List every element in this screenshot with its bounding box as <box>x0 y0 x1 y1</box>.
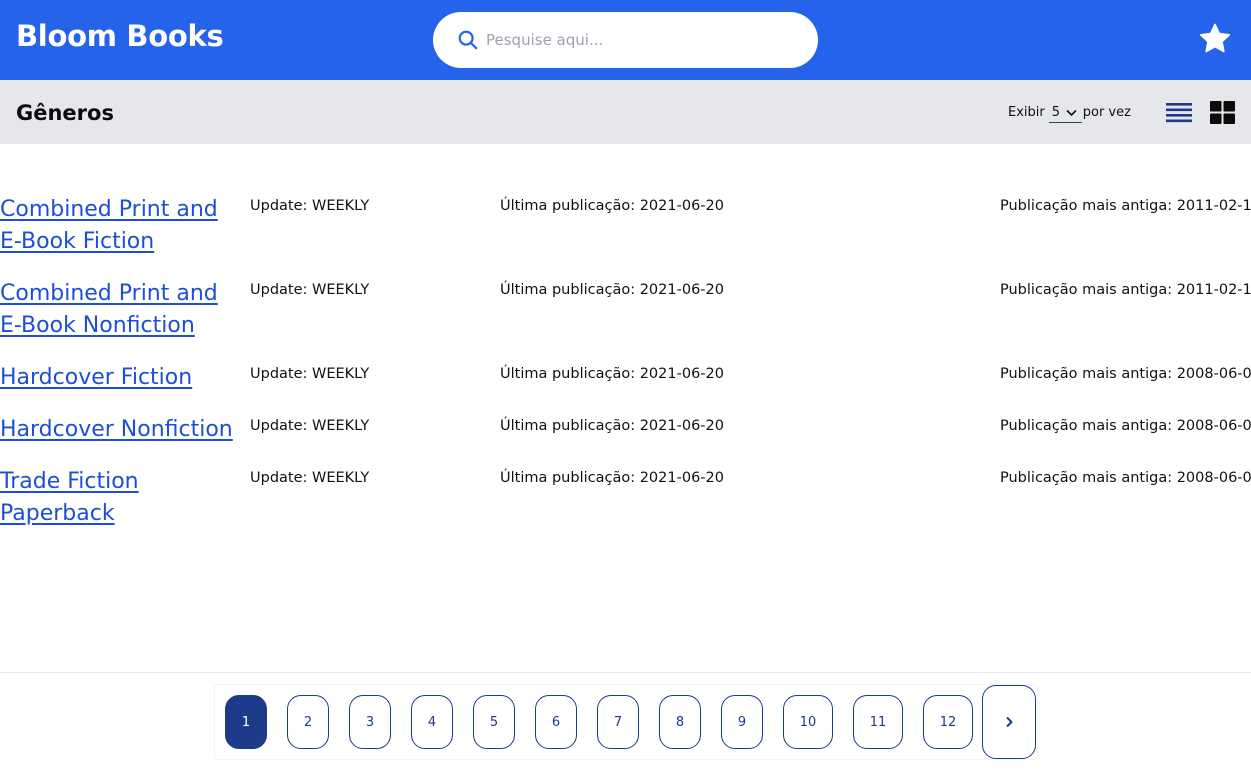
search-bar[interactable] <box>433 12 818 68</box>
page-button-3[interactable]: 3 <box>349 695 391 749</box>
chevron-down-icon <box>1066 109 1077 116</box>
list-view-icon[interactable] <box>1166 100 1192 124</box>
latest-publication: Última publicação: 2021-06-20 <box>500 282 724 298</box>
page-button-2[interactable]: 2 <box>287 695 329 749</box>
latest-publication: Última publicação: 2021-06-20 <box>500 418 724 434</box>
oldest-publication: Publicação mais antiga: 2011-02-13 <box>1000 198 1251 214</box>
page-button-10[interactable]: 10 <box>783 695 833 749</box>
genre-link[interactable]: Combined Print and E-Book Nonfiction <box>0 278 235 342</box>
page-button-1[interactable]: 1 <box>225 695 267 749</box>
page-button-5[interactable]: 5 <box>473 695 515 749</box>
per-page-select[interactable]: 5 <box>1048 103 1082 123</box>
latest-publication: Última publicação: 2021-06-20 <box>500 366 724 382</box>
divider <box>0 672 1251 673</box>
next-page-button[interactable] <box>982 685 1036 759</box>
page-button-8[interactable]: 8 <box>659 695 701 749</box>
page-button-7[interactable]: 7 <box>597 695 639 749</box>
oldest-publication: Publicação mais antiga: 2011-02-13 <box>1000 282 1251 298</box>
section-toolbar: Gêneros Exibir 5 por vez <box>0 80 1251 144</box>
star-icon[interactable] <box>1198 22 1232 56</box>
genre-link[interactable]: Hardcover Fiction <box>0 362 235 394</box>
top-header: Bloom Books <box>0 0 1251 80</box>
latest-publication: Última publicação: 2021-06-20 <box>500 470 724 486</box>
search-icon[interactable] <box>457 29 479 51</box>
oldest-publication: Publicação mais antiga: 2008-06-08 <box>1000 470 1251 486</box>
per-page-suffix: por vez <box>1082 105 1131 120</box>
per-page-value: 5 <box>1051 104 1061 120</box>
update-frequency: Update: WEEKLY <box>250 418 370 434</box>
per-page-label: Exibir <box>1008 105 1045 120</box>
search-input[interactable] <box>486 26 796 54</box>
latest-publication: Última publicação: 2021-06-20 <box>500 198 724 214</box>
genre-link[interactable]: Hardcover Nonfiction <box>0 414 235 446</box>
oldest-publication: Publicação mais antiga: 2008-06-08 <box>1000 418 1251 434</box>
page-button-11[interactable]: 11 <box>853 695 903 749</box>
update-frequency: Update: WEEKLY <box>250 282 370 298</box>
per-page-control: Exibir 5 por vez <box>1008 103 1131 123</box>
genre-link[interactable]: Combined Print and E-Book Fiction <box>0 194 235 258</box>
update-frequency: Update: WEEKLY <box>250 198 370 214</box>
page-title: Gêneros <box>16 101 114 125</box>
page-button-4[interactable]: 4 <box>411 695 453 749</box>
oldest-publication: Publicação mais antiga: 2008-06-08 <box>1000 366 1251 382</box>
app-logo[interactable]: Bloom Books <box>16 16 224 56</box>
update-frequency: Update: WEEKLY <box>250 366 370 382</box>
update-frequency: Update: WEEKLY <box>250 470 370 486</box>
chevron-right-icon <box>1006 716 1013 728</box>
page-button-12[interactable]: 12 <box>923 695 973 749</box>
page-button-9[interactable]: 9 <box>721 695 763 749</box>
page-button-6[interactable]: 6 <box>535 695 577 749</box>
genre-link[interactable]: Trade Fiction Paperback <box>0 466 235 530</box>
grid-view-icon[interactable] <box>1210 101 1236 125</box>
